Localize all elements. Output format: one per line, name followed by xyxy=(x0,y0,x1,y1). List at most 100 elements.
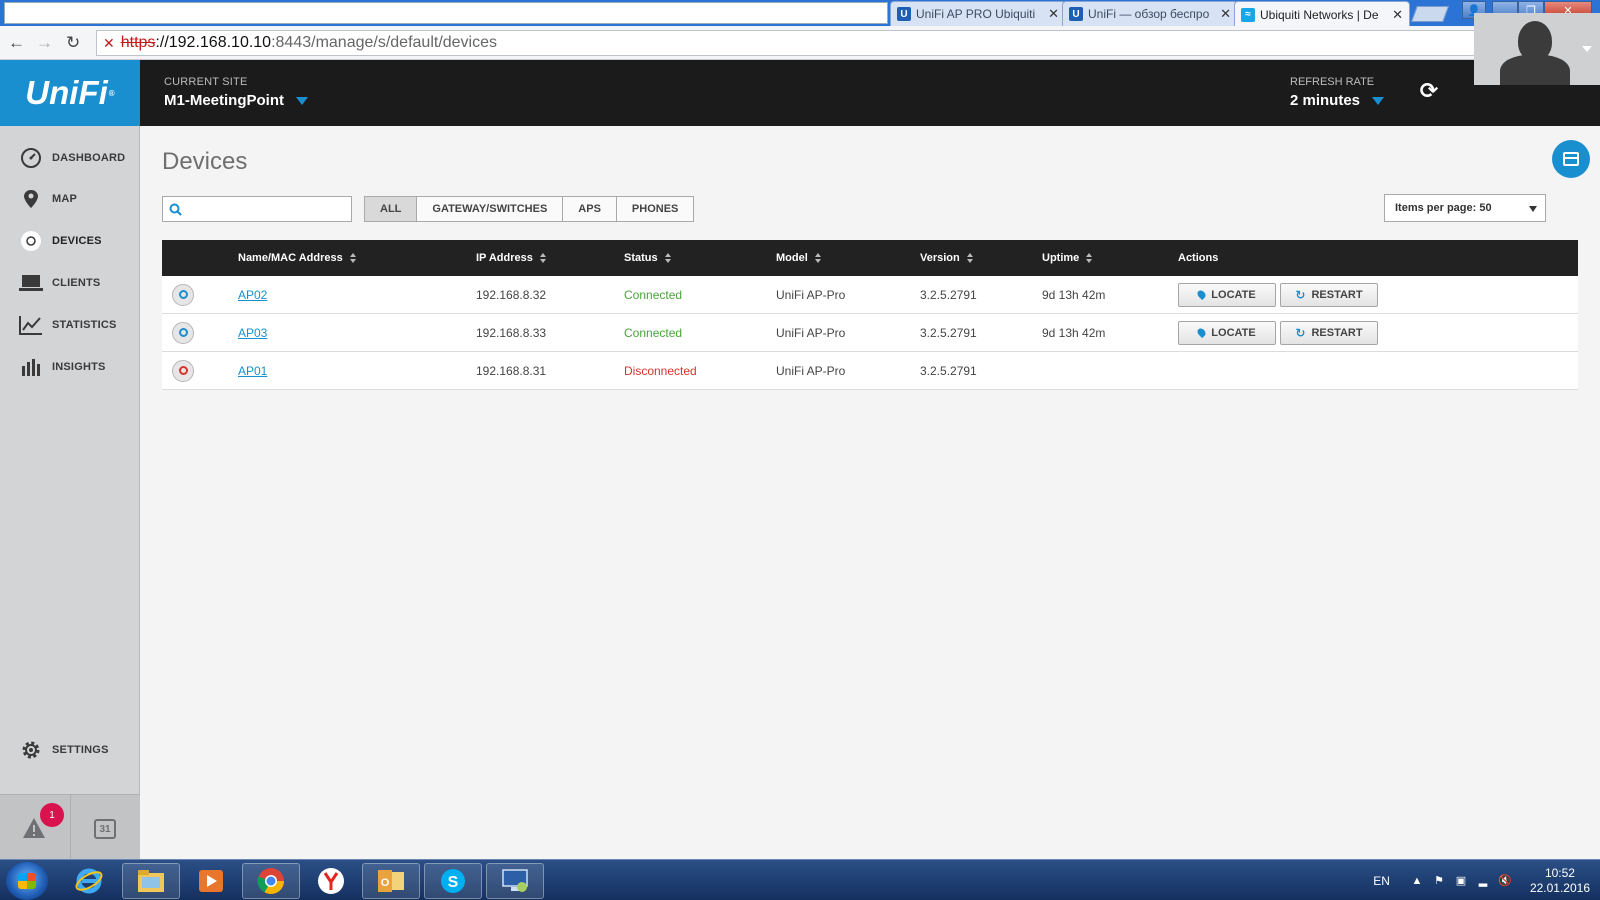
sidebar-item-clients[interactable]: CLIENTS xyxy=(0,263,140,303)
volume-muted-icon[interactable]: 🔇 xyxy=(1498,874,1512,888)
locate-button[interactable]: LOCATE xyxy=(1178,282,1276,307)
search-input[interactable] xyxy=(188,202,348,216)
clock[interactable]: 10:52 22.01.2016 xyxy=(1530,866,1590,896)
close-tab-icon[interactable]: ✕ xyxy=(1392,7,1403,23)
events-panel-button[interactable] xyxy=(1552,140,1590,178)
site-selector[interactable]: M1-MeetingPoint xyxy=(164,92,308,109)
refresh-rate-label: REFRESH RATE xyxy=(1290,76,1375,88)
browser-tab-1[interactable]: U UniFi AP PRO Ubiquiti ✕ xyxy=(890,1,1066,26)
user-avatar[interactable] xyxy=(1474,13,1600,85)
unifi-u-icon: U xyxy=(1069,7,1083,21)
device-uptime: 9d 13h 42m xyxy=(1042,325,1106,340)
window-title-area xyxy=(4,2,888,24)
sort-icon xyxy=(966,253,973,263)
filter-gateway-switches[interactable]: GATEWAY/SWITCHES xyxy=(416,196,563,222)
filter-phones[interactable]: PHONES xyxy=(615,196,695,222)
device-name-link[interactable]: AP03 xyxy=(238,326,267,340)
alert-count-badge[interactable]: 1 xyxy=(40,803,64,827)
laptop-icon xyxy=(18,272,44,294)
locate-button[interactable]: LOCATE xyxy=(1178,320,1276,345)
action-center-flag-icon[interactable]: ⚑ xyxy=(1432,874,1446,888)
col-version[interactable]: Version xyxy=(920,240,973,276)
col-name[interactable]: Name/MAC Address xyxy=(238,240,356,276)
map-pin-icon xyxy=(1196,288,1208,301)
forward-arrow-icon[interactable]: → xyxy=(36,33,53,53)
remote-desktop-icon[interactable] xyxy=(486,863,544,899)
sort-icon xyxy=(1086,253,1093,263)
address-bar[interactable]: ✕ https ://192.168.10.10 :8443/manage/s/… xyxy=(96,30,1556,56)
col-ip[interactable]: IP Address xyxy=(476,240,546,276)
devices-circle-icon xyxy=(18,230,44,252)
unifi-logo[interactable]: UniFi ® xyxy=(0,60,140,126)
device-status: Connected xyxy=(624,287,683,302)
refresh-rate-selector[interactable]: 2 minutes xyxy=(1290,92,1385,109)
clock-date: 22.01.2016 xyxy=(1529,880,1590,895)
sort-icon xyxy=(349,253,356,263)
status-dot xyxy=(178,290,188,299)
device-icon[interactable]: ▣ xyxy=(1454,874,1468,888)
back-arrow-icon[interactable]: ← xyxy=(8,33,25,53)
start-button[interactable] xyxy=(6,862,48,900)
chrome-icon[interactable] xyxy=(242,863,300,899)
sidebar-footer: 1 31 xyxy=(0,794,140,860)
status-dot xyxy=(178,328,188,337)
browser-tab-2[interactable]: U UniFi — обзор беспро ✕ xyxy=(1062,1,1238,26)
sidebar-item-label: MAP xyxy=(52,193,78,205)
locate-label: LOCATE xyxy=(1211,326,1256,339)
outlook-icon[interactable]: O xyxy=(362,863,420,899)
sidebar-item-insights[interactable]: INSIGHTS xyxy=(0,347,140,387)
col-status-label: Status xyxy=(624,252,658,264)
device-ip: 192.168.8.33 xyxy=(476,325,547,340)
items-per-page-select[interactable]: Items per page: 50 xyxy=(1384,194,1546,222)
media-player-icon[interactable] xyxy=(182,863,240,899)
restart-icon: ↻ xyxy=(1295,325,1306,340)
file-explorer-icon[interactable] xyxy=(122,863,180,899)
device-status: Disconnected xyxy=(624,363,697,378)
browser-tab-3-active[interactable]: ≈ Ubiquiti Networks | De ✕ xyxy=(1234,1,1410,27)
col-model[interactable]: Model xyxy=(776,240,821,276)
refresh-icon[interactable]: ⟳ xyxy=(1416,78,1442,104)
col-status[interactable]: Status xyxy=(624,240,671,276)
search-field[interactable] xyxy=(162,196,352,222)
close-tab-icon[interactable]: ✕ xyxy=(1048,6,1059,22)
restart-button[interactable]: ↻ RESTART xyxy=(1280,282,1378,307)
clock-time: 10:52 xyxy=(1544,865,1575,880)
close-tab-icon[interactable]: ✕ xyxy=(1220,6,1231,22)
page-title: Devices xyxy=(162,148,248,175)
filter-all[interactable]: ALL xyxy=(364,196,417,222)
device-name-link[interactable]: AP02 xyxy=(238,288,267,302)
sidebar-item-map[interactable]: MAP xyxy=(0,179,140,219)
device-version: 3.2.5.2791 xyxy=(920,287,977,302)
device-name-link[interactable]: AP01 xyxy=(238,364,267,378)
sidebar-item-statistics[interactable]: STATISTICS xyxy=(0,305,140,345)
col-model-label: Model xyxy=(776,252,808,264)
status-dot xyxy=(178,366,188,375)
current-site-value: M1-MeetingPoint xyxy=(164,92,284,109)
network-signal-icon[interactable]: ▂ xyxy=(1476,874,1490,888)
device-status-icon[interactable] xyxy=(172,283,194,306)
chevron-down-icon xyxy=(1582,46,1592,52)
svg-text:S: S xyxy=(448,874,459,891)
sidebar-item-devices[interactable]: DEVICES xyxy=(0,221,140,261)
insecure-lock-icon[interactable]: ✕ xyxy=(103,35,115,52)
calendar-icon[interactable]: 31 xyxy=(94,819,116,839)
language-indicator[interactable]: EN xyxy=(1373,874,1390,888)
reload-icon[interactable]: ↻ xyxy=(66,33,80,53)
sidebar-item-dashboard[interactable]: DASHBOARD xyxy=(0,138,140,178)
sidebar-item-settings[interactable]: SETTINGS xyxy=(0,730,140,770)
device-status-icon[interactable] xyxy=(172,321,194,344)
filter-aps[interactable]: APS xyxy=(562,196,616,222)
chevron-down-icon xyxy=(1372,96,1385,105)
device-status-icon[interactable] xyxy=(172,359,194,382)
tray-expand-icon[interactable]: ▲ xyxy=(1410,874,1424,888)
col-uptime[interactable]: Uptime xyxy=(1042,240,1093,276)
skype-icon[interactable]: S xyxy=(424,863,482,899)
yandex-browser-icon[interactable] xyxy=(302,863,360,899)
devices-table: Name/MAC Address IP Address Status Model… xyxy=(162,240,1578,390)
browser-tab-strip: U UniFi AP PRO Ubiquiti ✕ U UniFi — обзо… xyxy=(0,0,1600,27)
internet-explorer-icon[interactable] xyxy=(60,863,118,899)
new-tab-button[interactable] xyxy=(1411,6,1449,22)
windows-logo-icon xyxy=(18,873,36,889)
restart-button[interactable]: ↻ RESTART xyxy=(1280,320,1378,345)
device-ip: 192.168.8.32 xyxy=(476,287,547,302)
